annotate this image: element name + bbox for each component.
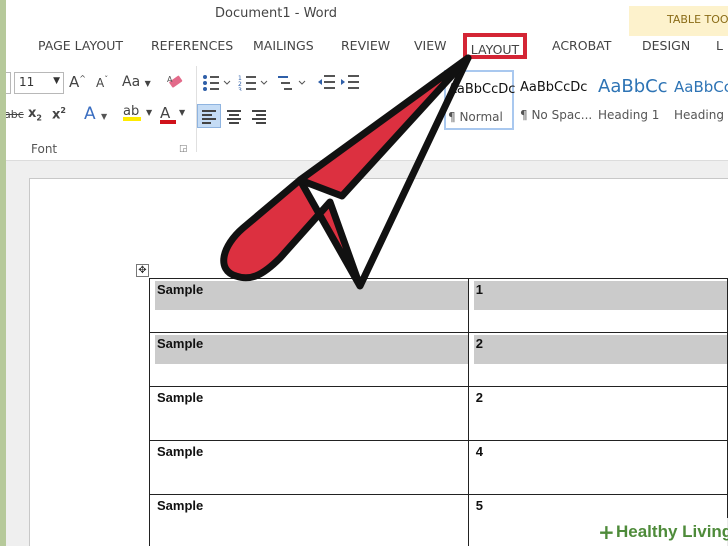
pointer-arrow-icon <box>220 54 472 290</box>
watermark-text: Healthy Living <box>616 522 728 541</box>
arrow-head-shape <box>296 54 472 200</box>
watermark-plus-icon: + <box>598 520 615 544</box>
watermark: + Healthy Living <box>590 518 728 546</box>
